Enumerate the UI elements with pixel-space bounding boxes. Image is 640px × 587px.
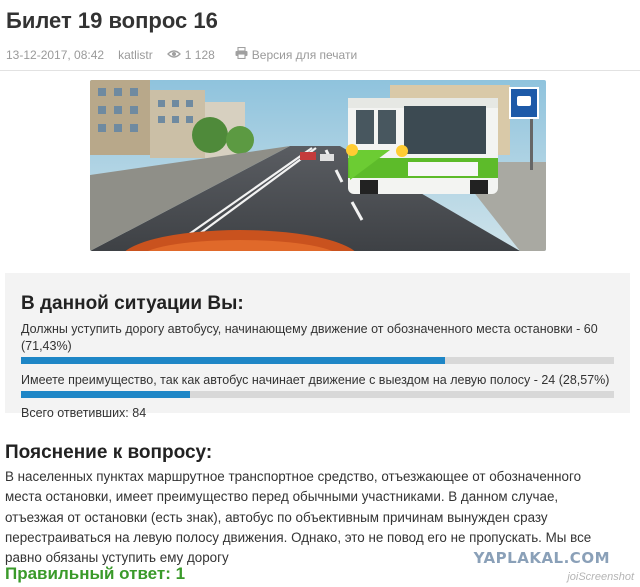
printer-icon — [235, 46, 248, 62]
post-date: 13-12-2017, 08:42 — [6, 47, 105, 62]
poll-bar-fill — [21, 357, 445, 364]
poll-option: Имеете преимущество, так как автобус нач… — [21, 372, 614, 398]
poll-option-text: Должны уступить дорогу автобусу, начинаю… — [21, 322, 598, 353]
page-title: Билет 19 вопрос 16 — [6, 8, 218, 33]
explanation-title: Пояснение к вопросу: — [5, 442, 213, 463]
poll-question: В данной ситуации Вы: — [21, 293, 244, 314]
views-count: 1 128 — [184, 47, 215, 62]
poll-option-text: Имеете преимущество, так как автобус нач… — [21, 373, 610, 387]
question-illustration — [90, 80, 546, 251]
author-link[interactable]: katlistr — [118, 48, 153, 62]
poll-bar-track — [21, 357, 614, 364]
article-meta: 13-12-2017, 08:42 katlistr 1 128 Версия … — [6, 46, 358, 62]
poll-bar-track — [21, 391, 614, 398]
views-counter: 1 128 — [166, 47, 215, 62]
poll-option: Должны уступить дорогу автобусу, начинаю… — [21, 321, 614, 364]
divider — [0, 70, 640, 71]
poll-bar-fill — [21, 391, 191, 398]
screenshot-watermark: joiScreenshot — [567, 571, 634, 583]
eye-icon — [166, 48, 181, 62]
correct-answer: Правильный ответ: 1 — [5, 564, 186, 583]
print-version-link[interactable]: Версия для печати — [235, 46, 358, 62]
site-watermark: YAPLAKAL.COM — [473, 549, 610, 567]
poll-total: Всего ответивших: 84 — [21, 406, 147, 420]
print-label: Версия для печати — [251, 47, 358, 62]
poll-results: В данной ситуации Вы: Должны уступить до… — [5, 273, 630, 420]
